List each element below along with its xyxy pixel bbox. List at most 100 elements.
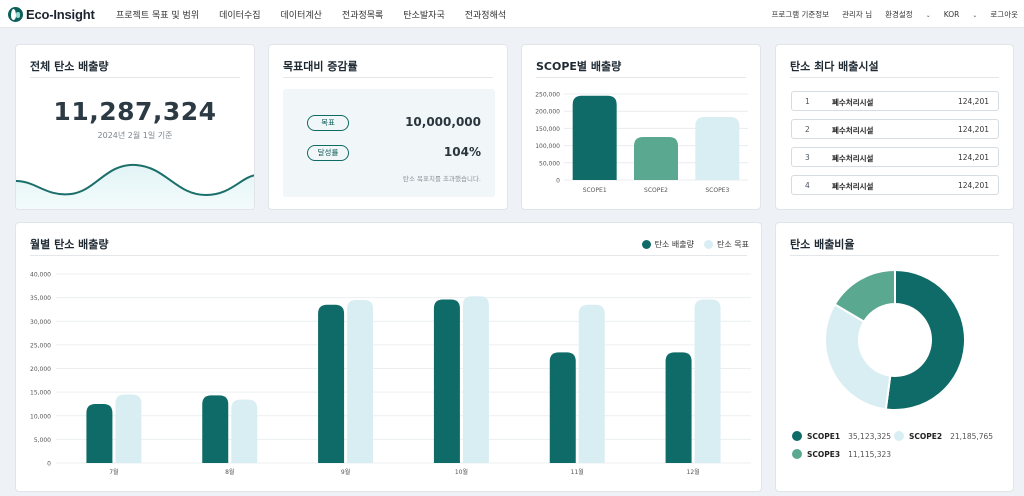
facility-name: 폐수처리시설 [832, 126, 874, 135]
target-comparison-card: 목표대비 증감률 목표 10,000,000 달성률 104% 탄소 목표치를 … [268, 44, 508, 210]
nav-item-data-collection[interactable]: 데이터수집 [219, 8, 260, 21]
x-tick-label: SCOPE1 [583, 187, 607, 194]
logout-link[interactable]: 로그아웃 [990, 9, 1018, 20]
x-tick-label: SCOPE3 [705, 187, 729, 194]
donut-slice [824, 302, 892, 411]
divider [30, 77, 240, 78]
top-facility-card: 탄소 최다 배출시설 1 폐수처리시설 124,201 2 폐수처리시설 124… [775, 44, 1014, 210]
emission-bar [433, 299, 460, 463]
scope-bar-chart: 0 50,000 100,000 150,000 200,000 250,000 SCOPE… [535, 92, 748, 194]
emission-ratio-card: 탄소 배출비율 SCOPE1 35,123,325 SCOPE2 21,185,… [775, 222, 1014, 492]
achievement-badge: 달성률 [307, 145, 349, 161]
facility-name: 폐수처리시설 [832, 98, 874, 107]
target-bar [231, 399, 258, 463]
facility-value: 124,201 [957, 125, 989, 134]
legend-name: SCOPE2 [909, 431, 943, 441]
donut-slice [884, 268, 966, 411]
nav-item-lci[interactable]: 전과정목록 [342, 8, 383, 21]
program-basis-link[interactable]: 프로그램 기준정보 [772, 9, 830, 20]
y-tick-label: 150,000 [535, 126, 560, 133]
total-emission-card: 전체 탄소 배출량 11,287,324 2024년 2월 1일 기준 [15, 44, 255, 210]
legend-swatch [894, 431, 904, 441]
y-tick-label: 0 [47, 461, 51, 468]
main-menu: 프로젝트 목표 및 범위 데이터수집 데이터계산 전과정목록 탄소발자국 전과정… [116, 8, 526, 21]
x-tick-label: 10월 [455, 468, 468, 476]
monthly-bar-chart: 0 5,000 10,000 15,000 20,000 25,000 30,000 35,0… [30, 272, 751, 476]
facility-rank: 4 [805, 181, 810, 190]
emission-bar [86, 403, 113, 463]
card-title: 탄소 최다 배출시설 [790, 60, 879, 73]
brand-name: Eco-Insight [26, 6, 95, 22]
settings-label: 환경설정 [885, 10, 913, 19]
facility-rank: 3 [805, 153, 810, 162]
x-tick-label: SCOPE2 [644, 187, 668, 194]
target-panel: 목표 10,000,000 달성률 104% 탄소 목표치를 초과했습니다. [283, 89, 495, 197]
top-navigation-bar: Eco-Insight 프로젝트 목표 및 범위 데이터수집 데이터계산 전과정… [0, 0, 1024, 28]
achievement-value: 104% [443, 145, 481, 159]
monthly-emission-card: 월별 탄소 배출량 탄소 배출량 탄소 목표 0 5,000 10,000 15,00… [15, 222, 762, 492]
card-title: 목표대비 증감률 [283, 60, 358, 73]
wave-decoration [16, 163, 254, 209]
y-tick-label: 15,000 [30, 390, 51, 397]
user-name[interactable]: 관리자 님 [842, 9, 872, 20]
chevron-down-icon: ⌄ [925, 12, 931, 19]
facility-value: 124,201 [957, 153, 989, 162]
emission-bar [549, 352, 576, 463]
facility-row[interactable]: 3 폐수처리시설 124,201 [791, 147, 999, 167]
x-tick-label: 12월 [687, 468, 700, 476]
legend-value: 11,115,323 [848, 449, 892, 459]
nav-item-project-goal[interactable]: 프로젝트 목표 및 범위 [116, 8, 199, 21]
target-bar [347, 299, 374, 463]
target-bar [115, 394, 142, 463]
facility-name: 폐수처리시설 [832, 182, 874, 191]
facility-row[interactable]: 1 폐수처리시설 124,201 [791, 91, 999, 111]
legend-name: SCOPE3 [807, 449, 841, 459]
scope-emission-card: SCOPE별 배출량 0 50,000 100,000 150,000 200,000 2… [521, 44, 761, 210]
total-emission-value: 11,287,324 [53, 97, 217, 126]
x-tick-label: 7월 [109, 468, 118, 476]
legend-item-scope1: SCOPE1 35,123,325 [792, 431, 891, 441]
target-note: 탄소 목표치를 초과했습니다. [403, 175, 481, 183]
y-tick-label: 200,000 [535, 109, 560, 116]
facility-name: 폐수처리시설 [832, 154, 874, 163]
y-tick-label: 25,000 [30, 342, 51, 349]
card-title: 전체 탄소 배출량 [30, 60, 109, 73]
goal-badge: 목표 [307, 115, 349, 131]
goal-value: 10,000,000 [405, 115, 481, 129]
y-tick-label: 250,000 [535, 92, 560, 99]
chevron-down-icon: ⌄ [972, 12, 978, 19]
divider [283, 77, 493, 78]
legend-item-scope2: SCOPE2 21,185,765 [894, 431, 993, 441]
legend-value: 21,185,765 [950, 431, 994, 441]
nav-item-lcia[interactable]: 전과정해석 [465, 8, 506, 21]
facility-value: 124,201 [957, 97, 989, 106]
leaf-logo-icon [8, 6, 23, 22]
language-dropdown[interactable]: KOR ⌄ [944, 10, 978, 19]
x-tick-label: 8월 [225, 468, 234, 476]
language-label: KOR [943, 10, 960, 19]
y-tick-label: 40,000 [30, 272, 51, 279]
facility-rank: 2 [805, 125, 810, 134]
nav-item-data-calculation[interactable]: 데이터계산 [281, 8, 322, 21]
brand-logo[interactable]: Eco-Insight [8, 6, 95, 22]
legend-value: 35,123,325 [848, 431, 892, 441]
scope-bar [572, 95, 617, 180]
y-tick-label: 35,000 [30, 295, 51, 302]
y-tick-label: 20,000 [30, 366, 51, 373]
emission-bar [665, 352, 692, 463]
target-bar [694, 299, 721, 463]
x-tick-label: 9월 [341, 468, 350, 476]
legend-swatch [792, 449, 802, 459]
nav-item-carbon-footprint[interactable]: 탄소발자국 [403, 8, 444, 21]
facility-row[interactable]: 2 폐수처리시설 124,201 [791, 119, 999, 139]
utility-menu: 프로그램 기준정보 관리자 님 환경설정 ⌄ KOR ⌄ 로그아웃 [759, 9, 1018, 20]
target-bar [462, 296, 489, 463]
legend-swatch [792, 431, 802, 441]
facility-rank: 1 [805, 97, 810, 106]
y-tick-label: 100,000 [535, 143, 560, 150]
y-tick-label: 50,000 [539, 160, 560, 167]
facility-row[interactable]: 4 폐수처리시설 124,201 [791, 175, 999, 195]
divider [790, 77, 999, 78]
scope-bar [695, 117, 740, 180]
settings-dropdown[interactable]: 환경설정 ⌄ [885, 9, 931, 20]
